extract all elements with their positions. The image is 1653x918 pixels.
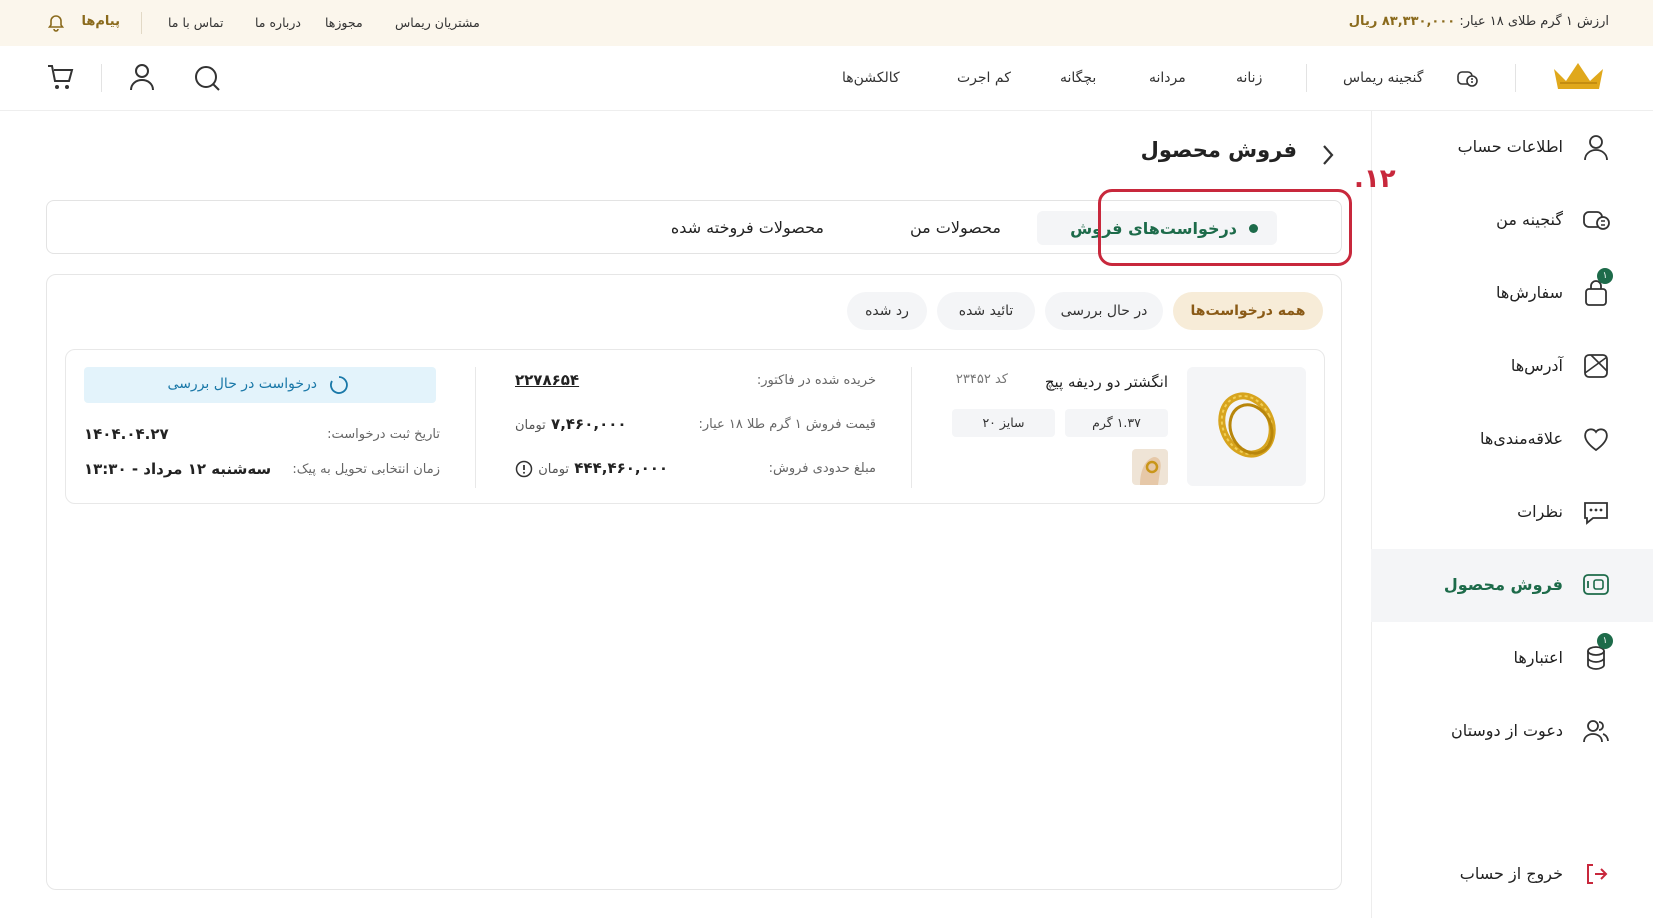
messages-button[interactable]: پیام‌ها (48, 13, 120, 33)
map-icon (1584, 354, 1608, 378)
users-icon (1583, 720, 1609, 743)
sidebar-item-favorites[interactable]: علاقه‌مندی‌ها (1371, 403, 1653, 476)
nav-collections[interactable]: کالکشن‌ها (842, 70, 900, 86)
filter-under-review[interactable]: در حال بررسی (1045, 292, 1163, 330)
nav-low-wage[interactable]: کم اجرت (957, 70, 1011, 86)
sidebar-item-label: علاقه‌مندی‌ها (1480, 429, 1563, 448)
filter-rejected[interactable]: رد شده (847, 292, 927, 330)
link-contact[interactable]: تماس با ما (168, 15, 224, 30)
invoice-label: خریده شده در فاکتور: (756, 373, 876, 388)
page-title: فروش محصول (1140, 138, 1297, 162)
bell-icon (48, 15, 64, 32)
link-licenses[interactable]: مجوزها (325, 15, 363, 30)
currency-label: تومان (515, 418, 546, 433)
step-number: .۱۲ (1354, 164, 1396, 194)
logout-icon (1587, 864, 1608, 884)
account-sidebar: اطلاعات حساب گنجینه من سفارش‌ها ۱ آدرس‌ه… (1371, 111, 1653, 918)
top-info-bar: ارزش ۱ گرم طلای ۱۸ عیار: ۸۳,۳۳۰,۰۰۰ ریال… (0, 0, 1653, 46)
messages-label: پیام‌ها (81, 14, 121, 29)
logout-button[interactable]: خروج از حساب (1371, 851, 1653, 897)
treasure-icon (1583, 211, 1610, 230)
requests-panel: همه درخواست‌ها در حال بررسی تائید شده رد… (46, 274, 1342, 890)
sidebar-item-invite-friends[interactable]: دعوت از دوستان (1371, 695, 1653, 768)
logout-label: خروج از حساب (1459, 864, 1563, 883)
divider (911, 367, 912, 488)
tab-sold-products[interactable]: محصولات فروخته شده (671, 218, 824, 237)
sidebar-item-sell-product[interactable]: فروش محصول (1371, 549, 1653, 622)
gold-price: ارزش ۱ گرم طلای ۱۸ عیار: ۸۳,۳۳۰,۰۰۰ ریال (1349, 14, 1609, 29)
product-thumbnail (1132, 449, 1168, 485)
credits-count-badge: ۱ (1597, 633, 1613, 649)
sidebar-item-account-info[interactable]: اطلاعات حساب (1371, 111, 1653, 184)
filter-approved[interactable]: تائید شده (937, 292, 1035, 330)
sidebar-item-label: گنجینه من (1496, 210, 1563, 229)
divider (1306, 64, 1307, 92)
divider (1515, 64, 1516, 92)
comment-icon (1584, 502, 1608, 525)
request-date-label: تاریخ ثبت درخواست: (327, 427, 440, 442)
highlight-annotation (1098, 189, 1352, 266)
estimate-label: مبلغ حدودی فروش: (768, 461, 876, 476)
orders-count-badge: ۱ (1597, 268, 1613, 284)
product-name: انگشتر دو ردیفه پیچ (1044, 373, 1168, 391)
nav-treasure[interactable]: گنجینه ریماس (1343, 70, 1423, 86)
unit-price: ۷,۴۶۰,۰۰۰ تومان (515, 415, 627, 433)
sidebar-item-label: فروش محصول (1443, 575, 1563, 594)
cart-icon[interactable] (46, 62, 74, 92)
sidebar-item-addresses[interactable]: آدرس‌ها (1371, 330, 1653, 403)
hand-ring-image-icon (1140, 457, 1161, 485)
main-header: گنجینه ریماس زنانه مردانه بچگانه کم اجرت… (0, 46, 1653, 111)
nav-men[interactable]: مردانه (1149, 70, 1186, 86)
link-customers[interactable]: مشتریان ریماس (395, 15, 480, 30)
product-code: کد ۲۳۴۵۲ (955, 372, 1008, 387)
search-icon[interactable] (193, 64, 221, 92)
sell-request-card[interactable]: انگشتر دو ردیفه پیچ کد ۲۳۴۵۲ ۱.۳۷ گرم سا… (65, 349, 1325, 504)
status-text: درخواست در حال بررسی (167, 376, 317, 392)
divider (475, 367, 476, 488)
sidebar-item-comments[interactable]: نظرات (1371, 476, 1653, 549)
gold-price-value: ۸۳,۳۳۰,۰۰۰ ریال (1348, 14, 1456, 29)
request-date-value: ۱۴۰۴.۰۴.۲۷ (84, 425, 169, 443)
sidebar-item-label: اعتبارها (1513, 648, 1563, 667)
estimate-value: ۴۴۴,۴۶۰,۰۰۰ (574, 459, 669, 477)
sidebar-item-orders[interactable]: سفارش‌ها ۱ (1371, 257, 1653, 330)
delivery-time-value: سه‌شنبه ۱۲ مرداد - ۱۳:۳۰ (84, 460, 272, 478)
sidebar-item-label: نظرات (1517, 502, 1563, 521)
unit-price-label: قیمت فروش ۱ گرم طلا ۱۸ عیار: (698, 417, 876, 432)
status-badge: درخواست در حال بررسی (84, 367, 436, 403)
info-icon[interactable] (515, 460, 533, 478)
estimate-price: ۴۴۴,۴۶۰,۰۰۰ تومان (515, 459, 668, 478)
unit-price-value: ۷,۴۶۰,۰۰۰ (551, 415, 627, 433)
sidebar-item-label: دعوت از دوستان (1450, 721, 1563, 740)
sidebar-item-my-treasure[interactable]: گنجینه من (1371, 184, 1653, 257)
tab-my-products[interactable]: محصولات من (910, 218, 1001, 237)
currency-label: تومان (538, 462, 570, 477)
filter-all-requests[interactable]: همه درخواست‌ها (1173, 292, 1323, 330)
nav-women[interactable]: زنانه (1236, 70, 1262, 86)
chevron-back-icon[interactable] (1320, 143, 1336, 167)
divider (141, 12, 142, 34)
delivery-time-label: زمان انتخابی تحویل به پیک: (292, 462, 440, 477)
user-icon[interactable] (128, 62, 156, 92)
size-tag: سایز ۲۰ (952, 409, 1055, 437)
invoice-link[interactable]: ۲۲۷۸۶۵۴ (515, 371, 579, 389)
sidebar-item-label: آدرس‌ها (1510, 356, 1563, 375)
ring-image-icon (1218, 392, 1276, 458)
nav-kids[interactable]: بچگانه (1060, 70, 1096, 86)
sell-icon (1583, 574, 1609, 595)
crown-logo-icon[interactable] (1551, 61, 1606, 93)
treasure-icon (1457, 71, 1478, 87)
product-image (1187, 367, 1306, 486)
sidebar-item-label: سفارش‌ها (1496, 283, 1563, 302)
weight-tag: ۱.۳۷ گرم (1065, 409, 1168, 437)
sidebar-item-label: اطلاعات حساب (1457, 137, 1563, 156)
divider (101, 64, 102, 92)
user-icon (1584, 135, 1608, 161)
gold-price-label: ارزش ۱ گرم طلای ۱۸ عیار: (1459, 14, 1609, 29)
heart-icon (1584, 428, 1608, 452)
spinner-icon (330, 376, 348, 394)
link-about[interactable]: درباره ما (255, 15, 301, 30)
sidebar-item-credits[interactable]: اعتبارها ۱ (1371, 622, 1653, 695)
